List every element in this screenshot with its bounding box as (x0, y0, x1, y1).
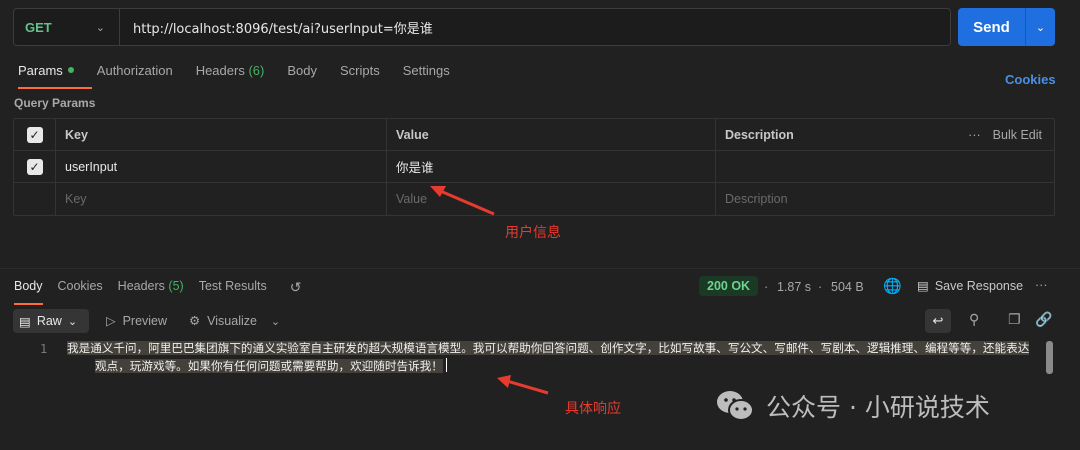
copy-icon[interactable]: ❐ (1008, 311, 1021, 328)
dot-separator: · (818, 280, 823, 294)
response-text-line2: 观点，玩游戏等。如果你有任何问题或需要帮助，欢迎随时告诉我！ (95, 359, 443, 373)
visualize-button[interactable]: ⚙ Visualize ⌄ (189, 313, 280, 328)
annotation-user-info: 用户信息 (505, 225, 561, 241)
response-time: 1.87 s (777, 280, 812, 294)
wechat-icon (717, 391, 754, 421)
watermark-text: 公众号 · 小研说技术 (766, 393, 990, 422)
arrowhead-response (497, 375, 511, 388)
arrow-user-info (437, 188, 495, 216)
save-response-button[interactable]: ▤ Save Response (917, 278, 1023, 294)
text-caret (445, 358, 447, 372)
preview-button[interactable]: ▷ Preview (106, 313, 167, 328)
tab-response-body[interactable]: Body (14, 279, 43, 305)
dot-separator: · (764, 280, 769, 294)
response-size: 504 B (831, 280, 864, 294)
link-icon[interactable]: 🔗 (1035, 311, 1052, 328)
line-number: 1 (40, 342, 48, 356)
tab-test-results[interactable]: Test Results (199, 279, 267, 296)
search-icon[interactable]: ⚲ (969, 311, 979, 328)
response-body[interactable]: 1 我是通义千问，阿里巴巴集团旗下的通义实验室自主研发的超大规模语言模型。我可以… (13, 339, 1057, 375)
response-headers-count: (5) (168, 279, 184, 293)
arrow-response (506, 379, 549, 395)
response-tabs: Body Cookies Headers (5) Test Results ↺ (14, 279, 302, 305)
wrap-lines-icon[interactable]: ↩ (925, 309, 951, 333)
tab-response-cookies[interactable]: Cookies (58, 279, 103, 296)
format-select[interactable]: ▤ Raw ⌄ (13, 309, 89, 333)
section-divider (0, 268, 1080, 269)
status-badge: 200 OK (699, 276, 759, 296)
tab-response-headers[interactable]: Headers (5) (118, 279, 184, 296)
scrollbar[interactable] (1046, 341, 1053, 374)
globe-icon[interactable]: 🌐 (883, 277, 902, 295)
response-text-line1: 我是通义千问，阿里巴巴集团旗下的通义实验室自主研发的超大规模语言模型。我可以帮助… (67, 341, 1030, 355)
watermark: 公众号 · 小研说技术 (716, 388, 990, 424)
response-text: 我是通义千问，阿里巴巴集团旗下的通义实验室自主研发的超大规模语言模型。我可以帮助… (67, 339, 1047, 375)
save-icon: ▤ (917, 279, 929, 293)
history-icon[interactable]: ↺ (290, 279, 302, 296)
format-icon: ▤ (19, 314, 31, 329)
annotation-response: 具体响应 (565, 401, 621, 417)
chevron-down-icon: ⌄ (67, 315, 78, 328)
more-icon[interactable]: ··· (1035, 278, 1048, 292)
